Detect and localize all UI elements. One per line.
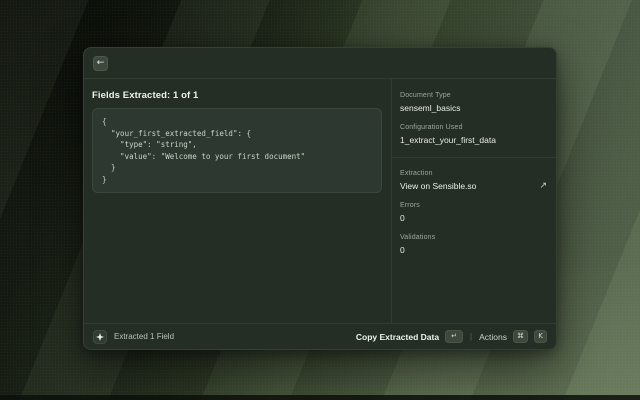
section-divider bbox=[392, 157, 556, 158]
sensible-logo-icon bbox=[96, 333, 104, 341]
status-text: Extracted 1 Field bbox=[114, 332, 174, 341]
modal-footer: Extracted 1 Field Copy Extracted Data ↵ … bbox=[84, 323, 556, 349]
back-arrow-icon: ← bbox=[97, 59, 105, 68]
external-link-icon: ↗ bbox=[539, 181, 547, 191]
extraction-field: Extraction View on Sensible.so ↗ bbox=[400, 170, 547, 191]
extracted-json-block: { "your_first_extracted_field": { "type"… bbox=[92, 108, 382, 193]
actions-button[interactable]: Actions ⌘ K bbox=[479, 330, 547, 343]
k-key-icon: K bbox=[534, 330, 547, 343]
footer-separator: | bbox=[470, 332, 472, 341]
configuration-label: Configuration Used bbox=[400, 124, 547, 131]
view-on-sensible-link[interactable]: View on Sensible.so ↗ bbox=[400, 181, 547, 191]
errors-value: 0 bbox=[400, 213, 547, 223]
fields-extracted-title: Fields Extracted: 1 of 1 bbox=[92, 90, 382, 101]
command-key-icon: ⌘ bbox=[513, 330, 528, 343]
configuration-field: Configuration Used 1_extract_your_first_… bbox=[400, 124, 547, 145]
modal-body: Fields Extracted: 1 of 1 { "your_first_e… bbox=[84, 79, 556, 323]
errors-label: Errors bbox=[400, 202, 547, 209]
copy-extracted-data-button[interactable]: Copy Extracted Data ↵ bbox=[356, 330, 463, 343]
document-type-label: Document Type bbox=[400, 92, 547, 99]
back-button[interactable]: ← bbox=[93, 56, 108, 71]
details-pane: Document Type senseml_basics Configurati… bbox=[392, 79, 556, 323]
fields-extracted-pane: Fields Extracted: 1 of 1 { "your_first_e… bbox=[84, 79, 391, 323]
errors-field: Errors 0 bbox=[400, 202, 547, 223]
actions-label: Actions bbox=[479, 332, 507, 342]
sensible-logo-badge bbox=[93, 330, 107, 344]
footer-actions: Copy Extracted Data ↵ | Actions ⌘ K bbox=[356, 330, 547, 343]
configuration-value: 1_extract_your_first_data bbox=[400, 135, 547, 145]
document-type-value: senseml_basics bbox=[400, 103, 547, 113]
document-type-field: Document Type senseml_basics bbox=[400, 92, 547, 113]
extracted-json-code: { "your_first_extracted_field": { "type"… bbox=[102, 116, 372, 185]
copy-extracted-data-label: Copy Extracted Data bbox=[356, 332, 439, 342]
extraction-label: Extraction bbox=[400, 170, 547, 177]
view-on-sensible-label: View on Sensible.so bbox=[400, 181, 476, 191]
background-bottom-strip bbox=[0, 395, 640, 400]
modal-header: ← bbox=[84, 48, 556, 79]
extraction-status: Extracted 1 Field bbox=[93, 330, 356, 344]
validations-value: 0 bbox=[400, 245, 547, 255]
validations-field: Validations 0 bbox=[400, 234, 547, 255]
validations-label: Validations bbox=[400, 234, 547, 241]
enter-key-icon: ↵ bbox=[445, 330, 463, 343]
extraction-results-modal: ← Fields Extracted: 1 of 1 { "your_first… bbox=[83, 47, 557, 350]
